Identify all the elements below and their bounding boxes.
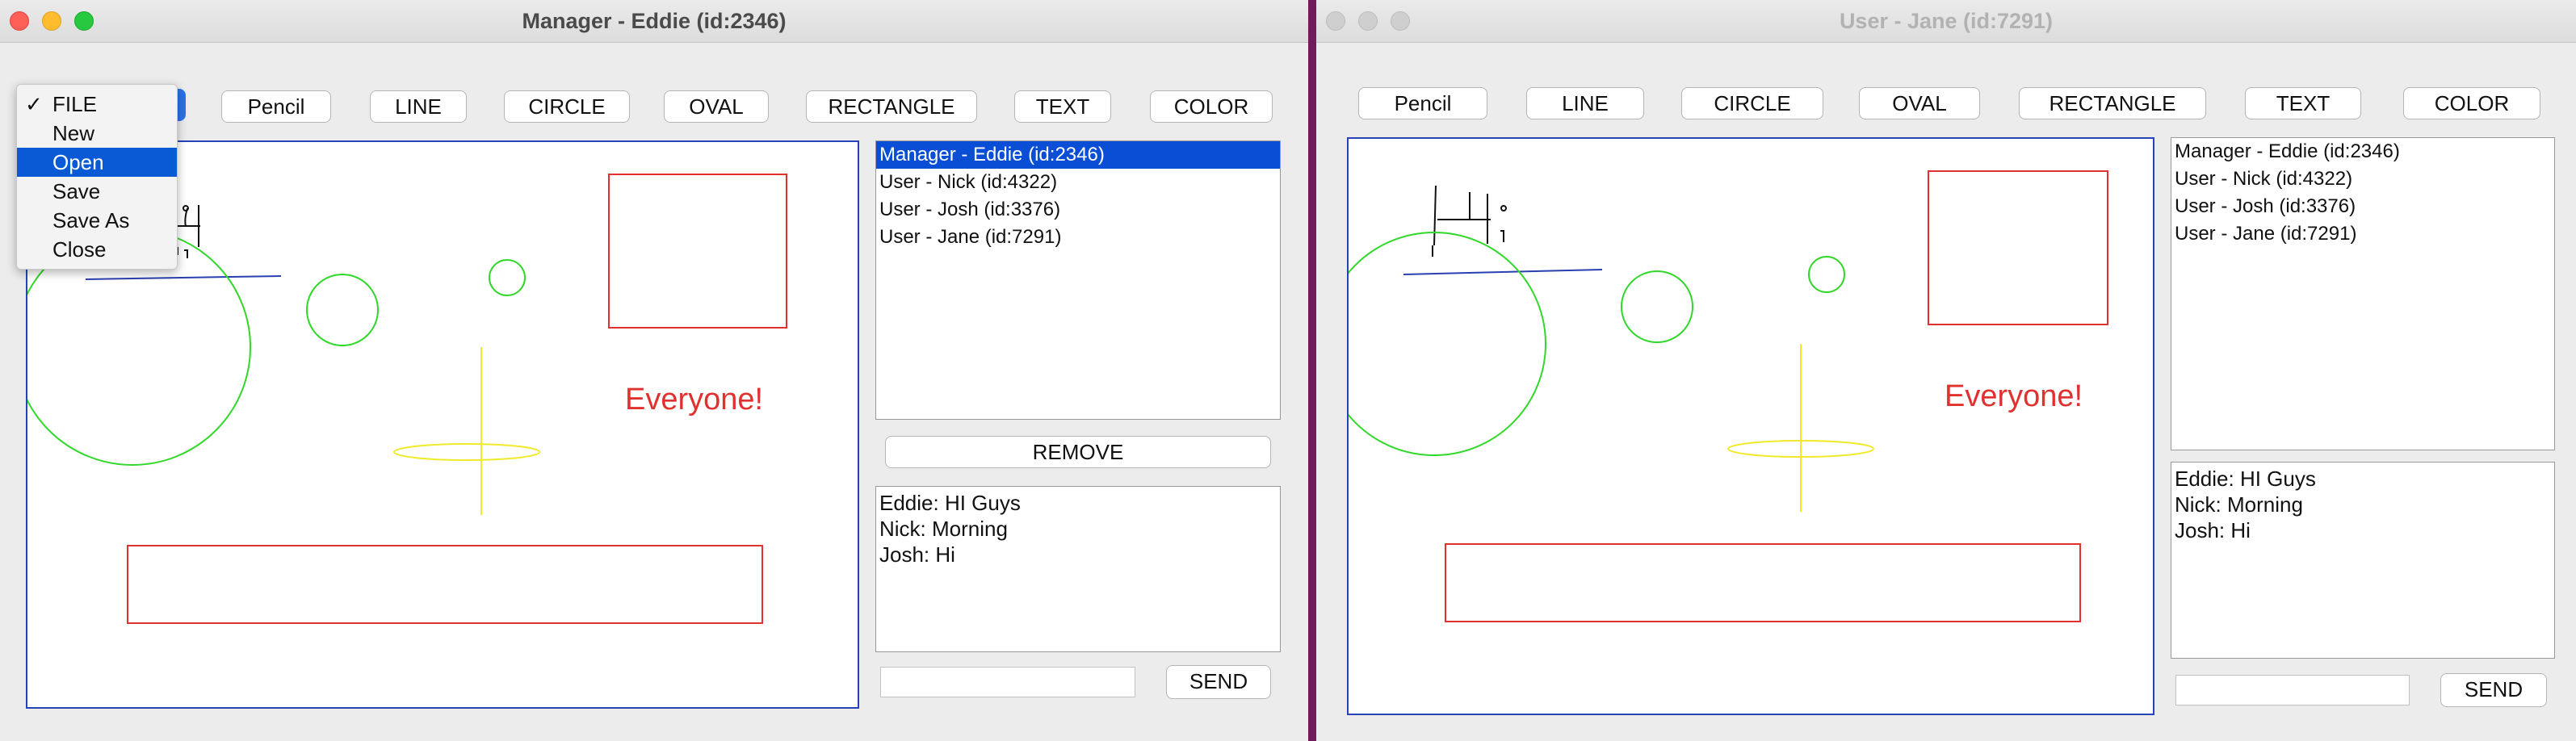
red-rectangle-bottom: [1445, 543, 2081, 622]
menu-item-save[interactable]: Save: [17, 177, 177, 206]
chat-message: Josh: Hi: [2175, 518, 2251, 542]
user-list-item[interactable]: User - Nick (id:4322): [2171, 165, 2554, 193]
text-button[interactable]: TEXT: [2245, 87, 2361, 119]
oval-button[interactable]: OVAL: [1859, 87, 1980, 119]
send-button[interactable]: SEND: [1166, 665, 1271, 699]
chat-message: Josh: Hi: [879, 542, 955, 567]
chat-message: Eddie: HI Guys: [2175, 467, 2316, 491]
text-button[interactable]: TEXT: [1014, 90, 1111, 123]
chat-message: Eddie: HI Guys: [879, 491, 1021, 515]
medium-green-circle: [306, 274, 379, 346]
user-list-item[interactable]: User - Josh (id:3376): [876, 196, 1280, 224]
line-button[interactable]: LINE: [370, 90, 467, 123]
canvas-text: Everyone!: [1945, 379, 2083, 413]
large-green-circle: [1349, 232, 1546, 456]
red-rectangle-bottom: [127, 545, 763, 624]
user-titlebar[interactable]: User - Jane (id:7291): [1316, 0, 2576, 43]
user-list[interactable]: Manager - Eddie (id:2346) User - Nick (i…: [875, 140, 1281, 420]
user-list-item[interactable]: User - Jane (id:7291): [2171, 220, 2554, 248]
user-window: User - Jane (id:7291) Pencil LINE CIRCLE…: [1316, 0, 2576, 741]
user-list-item[interactable]: User - Josh (id:3376): [2171, 193, 2554, 220]
menu-item-open[interactable]: Open: [17, 148, 177, 177]
yellow-oval: [393, 443, 540, 461]
blue-line: [1403, 269, 1603, 275]
line-button[interactable]: LINE: [1526, 87, 1644, 119]
rectangle-button[interactable]: RECTANGLE: [2019, 87, 2206, 119]
message-input[interactable]: [880, 667, 1135, 697]
user-list-item[interactable]: Manager - Eddie (id:2346): [2171, 138, 2554, 165]
red-rectangle-top: [1928, 170, 2108, 325]
user-list[interactable]: Manager - Eddie (id:2346) User - Nick (i…: [2171, 137, 2555, 450]
manager-window: Manager - Eddie (id:2346) Pencil LINE CI…: [0, 0, 1308, 741]
pencil-button[interactable]: Pencil: [1358, 87, 1487, 119]
window-title: Manager - Eddie (id:2346): [522, 9, 787, 33]
chat-message: Nick: Morning: [879, 517, 1008, 541]
chat-area: Eddie: HI Guys Nick: Morning Josh: Hi: [2171, 462, 2555, 659]
message-input[interactable]: [2175, 675, 2410, 705]
user-list-item[interactable]: User - Nick (id:4322): [876, 169, 1280, 196]
blue-line: [85, 275, 282, 280]
small-green-circle: [489, 259, 526, 296]
circle-button[interactable]: CIRCLE: [1681, 87, 1823, 119]
menu-item-save-as[interactable]: Save As: [17, 206, 177, 235]
file-menu-dropdown: ✓ FILE New Open Save Save As Close: [16, 84, 178, 270]
send-button[interactable]: SEND: [2440, 673, 2547, 707]
color-button[interactable]: COLOR: [2403, 87, 2540, 119]
chat-area: Eddie: HI Guys Nick: Morning Josh: Hi: [875, 486, 1281, 652]
chat-message: Nick: Morning: [2175, 492, 2303, 517]
user-list-item[interactable]: User - Jane (id:7291): [876, 224, 1280, 251]
canvas-drawing: [1349, 170, 2108, 622]
pencil-scribble: [1432, 185, 1507, 257]
menu-item-close[interactable]: Close: [17, 235, 177, 264]
canvas-text: Everyone!: [625, 383, 764, 417]
drawing-canvas[interactable]: Everyone!: [1347, 137, 2154, 715]
remove-button[interactable]: REMOVE: [885, 436, 1271, 468]
medium-green-circle: [1621, 270, 1693, 343]
window-title: User - Jane (id:7291): [1839, 9, 2054, 33]
pencil-button[interactable]: Pencil: [221, 90, 331, 123]
red-rectangle-top: [608, 174, 787, 329]
oval-button[interactable]: OVAL: [664, 90, 769, 123]
menu-item-file[interactable]: ✓ FILE: [17, 90, 177, 119]
checkmark-icon: ✓: [25, 92, 43, 116]
circle-button[interactable]: CIRCLE: [504, 90, 630, 123]
small-green-circle: [1808, 256, 1845, 293]
color-button[interactable]: COLOR: [1150, 90, 1273, 123]
rectangle-button[interactable]: RECTANGLE: [806, 90, 977, 123]
menu-item-new[interactable]: New: [17, 119, 177, 148]
manager-titlebar[interactable]: Manager - Eddie (id:2346): [0, 0, 1308, 43]
user-list-item[interactable]: Manager - Eddie (id:2346): [876, 141, 1280, 169]
